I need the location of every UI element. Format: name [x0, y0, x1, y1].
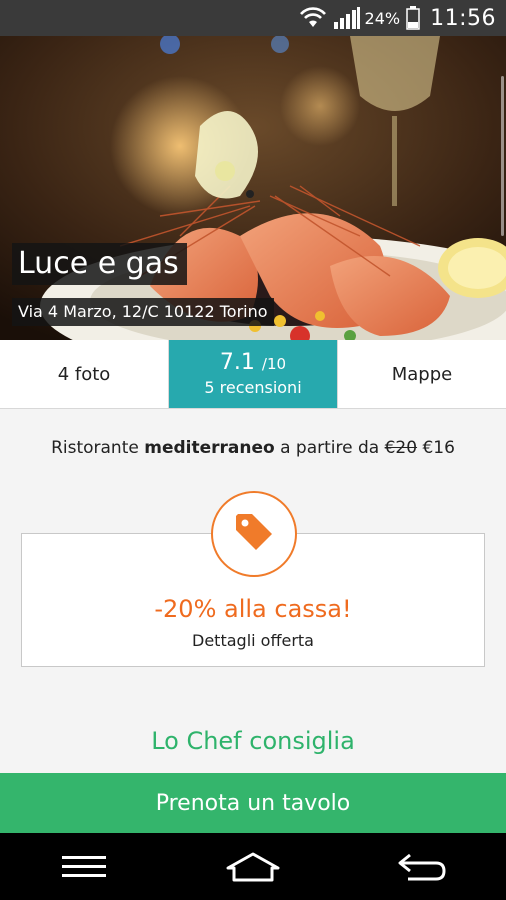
wifi-icon	[299, 7, 327, 29]
signal-icon	[333, 6, 361, 30]
tab-rating[interactable]: 7.1 /10 5 recensioni	[169, 340, 338, 408]
status-bar: 24% 11:56	[0, 0, 506, 36]
restaurant-name: Luce e gas	[12, 243, 187, 285]
battery-percentage: 24%	[364, 8, 401, 28]
scroll-indicator	[501, 76, 504, 236]
info-prefix: Ristorante	[51, 438, 139, 458]
reviews-count: 5 recensioni	[204, 377, 302, 397]
offer-details-link[interactable]: Dettagli offerta	[21, 631, 485, 650]
book-table-button[interactable]: Prenota un tavolo	[0, 773, 506, 833]
chef-recommends-heading[interactable]: Lo Chef consiglia	[0, 727, 506, 755]
info-tabs: 4 foto 7.1 /10 5 recensioni Mappe	[0, 340, 506, 409]
tab-maps-label: Mappe	[391, 363, 453, 385]
system-navigation-bar	[0, 833, 506, 900]
menu-icon[interactable]	[44, 842, 124, 892]
restaurant-hero-image[interactable]: Luce e gas Via 4 Marzo, 12/C 10122 Torin…	[0, 36, 506, 340]
home-icon[interactable]	[213, 842, 293, 892]
info-middle: a partire da	[280, 438, 380, 458]
tab-photos-label: 4 foto	[57, 363, 111, 385]
battery-icon	[406, 6, 420, 30]
clock: 11:56	[430, 5, 496, 31]
rating-score: 7.1 /10	[220, 351, 286, 375]
restaurant-info-line: Ristorante mediterraneo a partire da €20…	[0, 438, 506, 458]
old-price: €20	[384, 438, 418, 458]
back-icon[interactable]	[382, 842, 462, 892]
restaurant-address: Via 4 Marzo, 12/C 10122 Torino	[12, 298, 274, 326]
offer-badge	[211, 491, 297, 577]
price-tag-icon	[232, 510, 276, 558]
rating-value: 7.1	[219, 350, 255, 376]
tab-maps[interactable]: Mappe	[338, 340, 506, 408]
offer-title: -20% alla cassa!	[154, 595, 352, 623]
new-price: €16	[422, 438, 455, 458]
cuisine-type: mediterraneo	[144, 438, 275, 458]
tab-photos[interactable]: 4 foto	[0, 340, 169, 408]
rating-max: /10	[261, 355, 287, 374]
